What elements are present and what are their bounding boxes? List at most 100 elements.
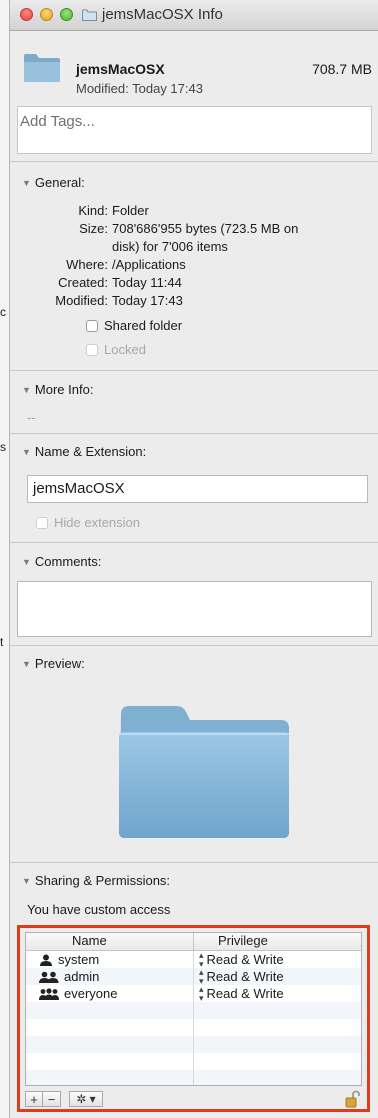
window-title-group: jemsMacOSX Info (82, 6, 223, 23)
user-name: system (58, 952, 100, 967)
section-heading: General: (34, 175, 85, 190)
checkbox-label: Hide extension (54, 515, 140, 530)
empty-row (26, 1070, 361, 1085)
disclosure-triangle-icon: ▼ (22, 875, 31, 886)
comments-textarea[interactable] (17, 581, 372, 637)
detail-label: Where: (66, 257, 108, 272)
single-user-icon (40, 954, 52, 966)
hide-extension-checkbox[interactable]: Hide extension (36, 515, 140, 530)
table-row[interactable]: admin ▴ ▾ Read & Write (26, 966, 361, 986)
add-user-button[interactable]: + (25, 1091, 43, 1107)
detail-label: Size: (79, 221, 108, 236)
info-header: jemsMacOSX 708.7 MB Modified: Today 17:4… (10, 31, 378, 96)
detail-label: Created: (58, 275, 108, 290)
detail-value: Folder (112, 203, 149, 218)
zoom-button[interactable] (60, 8, 73, 21)
section-general-toggle[interactable]: ▼ General: (22, 175, 85, 190)
divider (10, 645, 378, 646)
background-text: c (0, 305, 6, 319)
user-cell: system (26, 951, 194, 968)
folder-icon (82, 9, 97, 21)
everyone-icon (39, 987, 59, 1000)
folder-preview-icon (119, 706, 289, 838)
background-text: t (0, 635, 4, 649)
disclosure-triangle-icon: ▼ (22, 177, 31, 188)
divider (10, 862, 378, 863)
privilege-value: Read & Write (206, 969, 284, 984)
disclosure-triangle-icon: ▼ (22, 446, 31, 457)
background-window-strip: c s t (0, 0, 9, 1118)
close-button[interactable] (20, 8, 33, 21)
title-bar[interactable]: jemsMacOSX Info (10, 0, 378, 31)
section-heading: Sharing & Permissions: (34, 873, 171, 888)
checkbox-label: Locked (104, 342, 146, 357)
table-row[interactable]: system ▴ ▾ Read & Write (26, 949, 361, 969)
checkbox-box (86, 343, 98, 356)
checkbox-label: Shared folder (104, 318, 183, 333)
section-preview-toggle[interactable]: ▼ Preview: (22, 656, 85, 671)
shared-folder-checkbox[interactable]: Shared folder (86, 318, 182, 333)
divider (10, 370, 378, 371)
privilege-popup[interactable]: ▴ ▾ Read & Write (194, 983, 284, 1003)
permissions-highlight-frame: Name Privilege system ▴ ▾ Read & Write a… (17, 925, 370, 1112)
detail-label: Kind: (78, 203, 108, 218)
disclosure-triangle-icon: ▼ (22, 658, 31, 669)
permissions-toolbar: + − ✲ ▾ (25, 1091, 103, 1107)
access-status: You have custom access (27, 902, 171, 917)
section-heading: Name & Extension: (34, 444, 147, 459)
section-heading: Preview: (34, 656, 85, 671)
disclosure-triangle-icon: ▼ (22, 384, 31, 395)
detail-label: Modified: (55, 293, 108, 308)
privilege-value: Read & Write (206, 986, 284, 1001)
tags-field[interactable]: Add Tags... (17, 106, 372, 154)
name-field[interactable]: jemsMacOSX (27, 475, 368, 503)
lock-icon[interactable] (345, 1090, 361, 1108)
detail-value: Today 11:44 (112, 275, 182, 290)
column-header-name[interactable]: Name (26, 933, 194, 950)
table-row[interactable]: everyone ▴ ▾ Read & Write (26, 983, 361, 1003)
user-cell: admin (26, 968, 194, 985)
privilege-popup[interactable]: ▴ ▾ Read & Write (194, 949, 284, 969)
section-name-extension-toggle[interactable]: ▼ Name & Extension: (22, 444, 146, 459)
empty-row (26, 1053, 361, 1070)
table-body: system ▴ ▾ Read & Write admin ▴ ▾ Read &… (26, 949, 361, 1085)
minimize-button[interactable] (40, 8, 53, 21)
section-heading: More Info: (34, 382, 94, 397)
detail-value: Today 17:43 (112, 293, 183, 308)
up-down-arrows-icon: ▴ ▾ (199, 949, 204, 969)
disclosure-triangle-icon: ▼ (22, 556, 31, 567)
privilege-value: Read & Write (206, 952, 284, 967)
checkbox-box (36, 516, 48, 529)
privilege-popup[interactable]: ▴ ▾ Read & Write (194, 966, 284, 986)
item-size: 708.7 MB (312, 61, 372, 77)
empty-row (26, 1019, 361, 1036)
table-header: Name Privilege (26, 933, 361, 951)
item-name: jemsMacOSX (76, 61, 165, 77)
user-name: everyone (64, 986, 118, 1001)
column-header-privilege[interactable]: Privilege (194, 933, 268, 950)
divider (10, 433, 378, 434)
permissions-table: Name Privilege system ▴ ▾ Read & Write a… (25, 932, 362, 1086)
divider (10, 161, 378, 162)
section-more-info-toggle[interactable]: ▼ More Info: (22, 382, 93, 397)
empty-row (26, 1036, 361, 1053)
locked-checkbox[interactable]: Locked (86, 342, 146, 357)
remove-user-button[interactable]: − (43, 1091, 61, 1107)
up-down-arrows-icon: ▴ ▾ (199, 983, 204, 1003)
empty-row (26, 1002, 361, 1019)
group-icon (39, 971, 59, 983)
window-title: jemsMacOSX Info (102, 6, 223, 23)
item-modified: Modified: Today 17:43 (76, 81, 203, 96)
gear-menu-button[interactable]: ✲ ▾ (69, 1091, 103, 1107)
up-down-arrows-icon: ▴ ▾ (199, 966, 204, 986)
checkbox-box (86, 319, 98, 332)
detail-value: /Applications (112, 257, 186, 272)
section-heading: Comments: (34, 554, 102, 569)
folder-icon (24, 54, 60, 82)
detail-value: 708'686'955 bytes (723.5 MB on (112, 221, 299, 236)
section-sharing-toggle[interactable]: ▼ Sharing & Permissions: (22, 873, 170, 888)
section-comments-toggle[interactable]: ▼ Comments: (22, 554, 101, 569)
background-text: s (0, 440, 6, 454)
detail-value: disk) for 7'006 items (112, 239, 228, 254)
more-info-value: -- (27, 410, 36, 425)
